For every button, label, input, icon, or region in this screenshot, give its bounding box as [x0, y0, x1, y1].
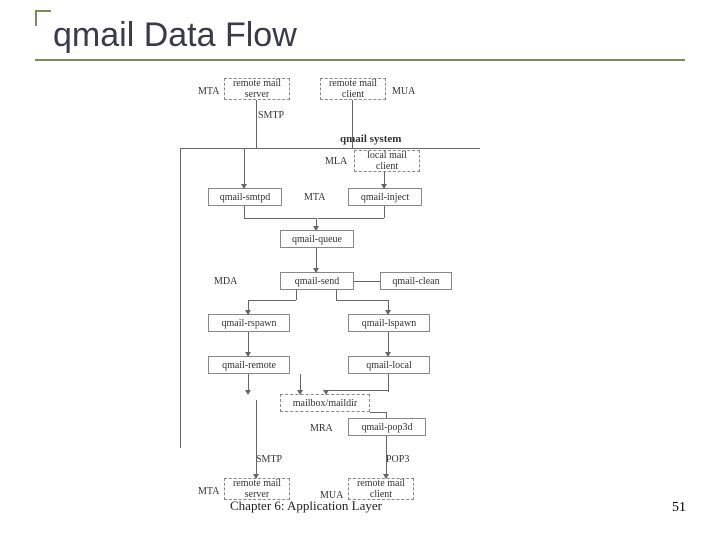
box-mailbox: mailbox/maildir — [280, 394, 370, 412]
title-corner-ornament — [35, 10, 51, 26]
label-mda: MDA — [214, 276, 237, 287]
label-smtp-top: SMTP — [258, 110, 284, 121]
box-qmail-remote: qmail-remote — [208, 356, 290, 374]
label-mla: MLA — [325, 156, 347, 167]
label-mta-bottom: MTA — [198, 486, 219, 497]
box-local-mail-client: local mail client — [354, 150, 420, 172]
arrow-icon — [245, 310, 251, 315]
arrow-icon — [241, 184, 247, 189]
box-qmail-queue: qmail-queue — [280, 230, 354, 248]
arrow-icon — [245, 390, 251, 395]
slide-title: qmail Data Flow — [35, 10, 685, 59]
slide-footer: Chapter 6: Application Layer — [230, 498, 382, 514]
page-number: 51 — [672, 500, 686, 516]
box-qmail-clean: qmail-clean — [380, 272, 452, 290]
label-qmail-system: qmail system — [340, 133, 401, 145]
title-underline — [35, 59, 685, 61]
arrow-icon — [383, 474, 389, 479]
box-qmail-lspawn: qmail-lspawn — [348, 314, 430, 332]
box-qmail-pop3d: qmail-pop3d — [348, 418, 426, 436]
arrow-icon — [385, 352, 391, 357]
box-remote-mail-server: remote mail server — [224, 78, 290, 100]
qmail-diagram: MTA remote mail server remote mail clien… — [170, 78, 530, 510]
title-bar: qmail Data Flow — [35, 10, 685, 61]
label-pop3: POP3 — [386, 454, 409, 465]
label-mra: MRA — [310, 423, 333, 434]
label-mta-mid: MTA — [304, 192, 325, 203]
box-remote-mail-client: remote mail client — [320, 78, 386, 100]
box-qmail-rspawn: qmail-rspawn — [208, 314, 290, 332]
box-qmail-inject: qmail-inject — [348, 188, 422, 206]
arrow-icon — [313, 226, 319, 231]
arrow-icon — [385, 310, 391, 315]
label-smtp-bottom: SMTP — [256, 454, 282, 465]
box-qmail-local: qmail-local — [348, 356, 430, 374]
label-mta-top-left: MTA — [198, 86, 219, 97]
box-remote-mail-server-bottom: remote mail server — [224, 478, 290, 500]
box-qmail-smtpd: qmail-smtpd — [208, 188, 282, 206]
arrow-icon — [323, 390, 329, 395]
arrow-icon — [381, 184, 387, 189]
arrow-icon — [245, 352, 251, 357]
arrow-icon — [313, 268, 319, 273]
arrow-icon — [253, 474, 259, 479]
arrow-icon — [297, 390, 303, 395]
box-qmail-send: qmail-send — [280, 272, 354, 290]
label-mua-top-right: MUA — [392, 86, 415, 97]
box-remote-mail-client-bottom: remote mail client — [348, 478, 414, 500]
